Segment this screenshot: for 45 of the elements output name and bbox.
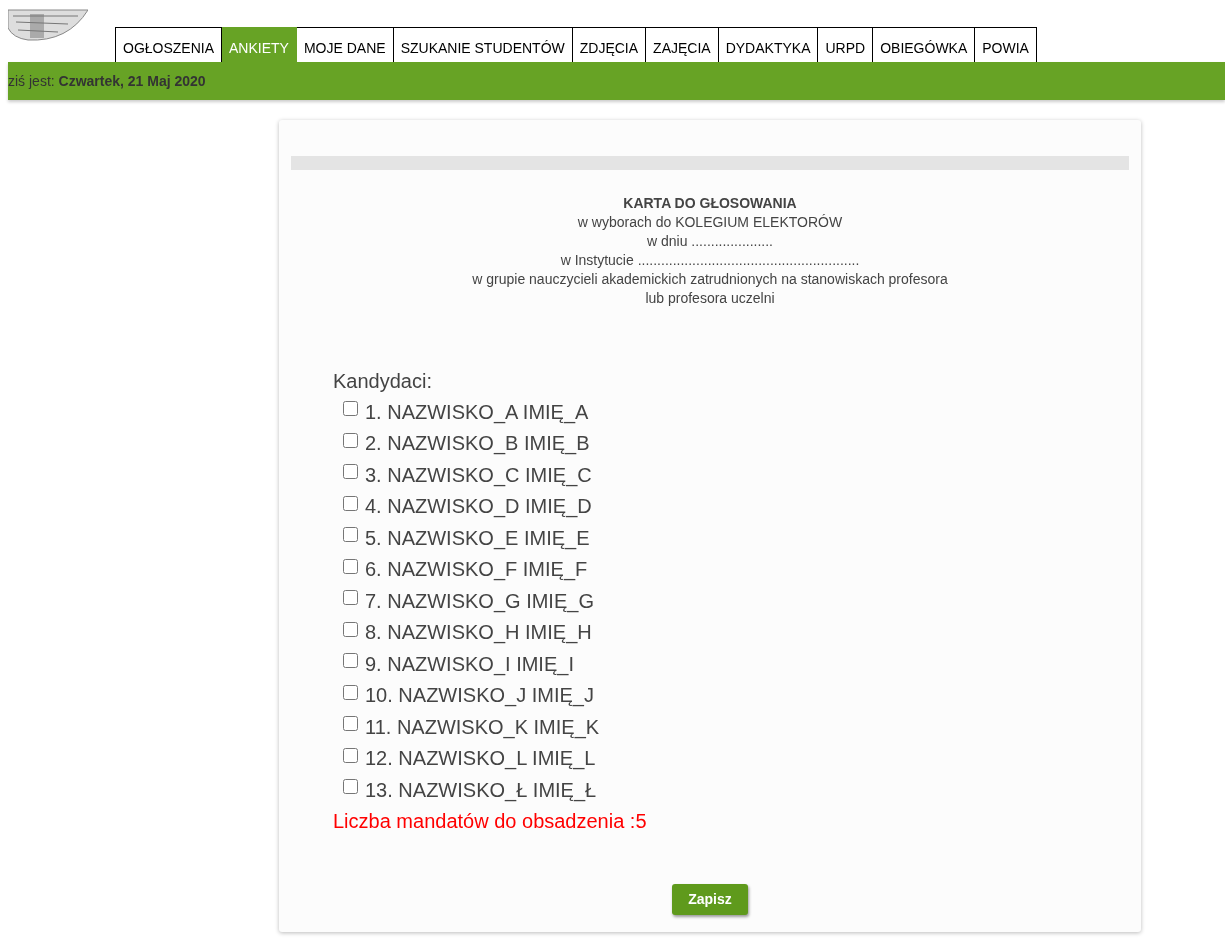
- nav-tab[interactable]: OGŁOSZENIA: [115, 27, 223, 62]
- ballot-line: w wyborach do KOLEGIUM ELEKTORÓW: [576, 213, 844, 232]
- checkbox[interactable]: [343, 527, 358, 543]
- ballot-line: w dniu .....................: [645, 232, 774, 251]
- seats-note: Liczba mandatów do obsadzenia :5: [333, 808, 648, 834]
- nav-tab[interactable]: POWIA: [975, 27, 1037, 62]
- nav-tab[interactable]: OBIEGÓWKA: [873, 27, 976, 62]
- nav-tab[interactable]: ZAJĘCIA: [646, 27, 719, 62]
- checkbox[interactable]: [343, 716, 358, 732]
- ballot-line: w Instytucie .........................................................: [559, 251, 861, 270]
- nav-tab[interactable]: DYDAKTYKA: [718, 27, 819, 62]
- candidate-name: 2. NAZWISKO_B IMIĘ_B: [365, 431, 590, 457]
- checkbox[interactable]: [343, 432, 358, 448]
- checkbox[interactable]: [343, 401, 358, 417]
- ballot-title: KARTA DO GŁOSOWANIA: [622, 194, 798, 213]
- checkbox[interactable]: [343, 653, 358, 669]
- candidate-name: 1. NAZWISKO_A IMIĘ_A: [365, 399, 589, 426]
- checkbox[interactable]: [343, 747, 358, 763]
- candidate-name: 11. NAZWISKO_K IMIĘ_K: [365, 714, 600, 741]
- candidate-name: 5. NAZWISKO_E IMIĘ_E: [365, 525, 590, 552]
- candidate-name: 8. NAZWISKO_H IMIĘ_H: [365, 620, 592, 646]
- logo-icon: [8, 8, 88, 42]
- checkbox[interactable]: [343, 558, 358, 574]
- checkbox[interactable]: [343, 495, 358, 511]
- ballot-line: w grupie nauczycieli akademickich zatrudnionych na stanowiskach profesora: [471, 270, 949, 289]
- candidate-name: 6. NAZWISKO_F IMIĘ_F: [365, 557, 588, 583]
- candidate-name: 7. NAZWISKO_G IMIĘ_G: [365, 588, 594, 615]
- nav-tab[interactable]: SZUKANIE STUDENTÓW: [393, 27, 573, 62]
- checkbox[interactable]: [343, 621, 358, 637]
- date-text: ziś jest: Czwartek, 21 Maj 2020: [8, 71, 206, 91]
- nav-tab[interactable]: ZDJĘCIA: [572, 27, 647, 62]
- candidate-name: 3. NAZWISKO_C IMIĘ_C: [365, 462, 592, 489]
- ballot-line: lub profesora uczelni: [644, 289, 776, 308]
- candidates-label: Kandydaci:: [333, 369, 433, 394]
- checkbox[interactable]: [343, 684, 358, 700]
- checkbox[interactable]: [343, 464, 358, 480]
- candidate-name: 10. NAZWISKO_J IMIĘ_J: [365, 683, 594, 709]
- checkbox[interactable]: [343, 590, 358, 606]
- candidate-name: 9. NAZWISKO_I IMIĘ_I: [365, 651, 574, 678]
- candidate-name: 13. NAZWISKO_Ł IMIĘ_Ł: [365, 777, 597, 804]
- candidate-name: 4. NAZWISKO_D IMIĘ_D: [365, 494, 592, 520]
- candidate-name: 12. NAZWISKO_L IMIĘ_L: [365, 746, 596, 772]
- checkbox[interactable]: [343, 779, 358, 795]
- nav-tab[interactable]: MOJE DANE: [296, 27, 394, 62]
- nav-tab[interactable]: URPD: [818, 27, 874, 62]
